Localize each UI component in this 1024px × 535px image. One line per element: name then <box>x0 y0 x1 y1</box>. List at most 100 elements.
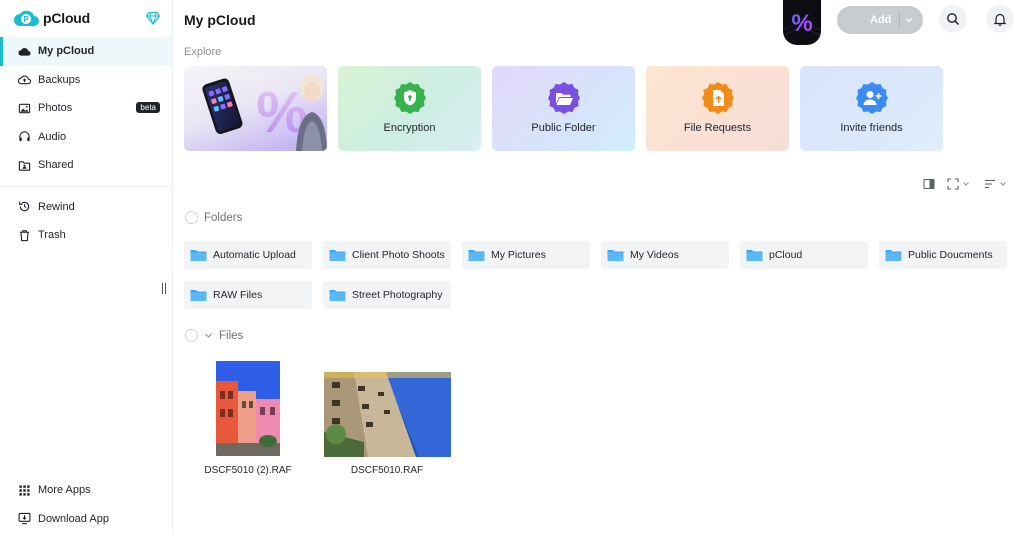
folder-name: My Pictures <box>491 249 546 261</box>
promo-banner-card[interactable]: % <box>184 66 327 151</box>
nav-divider <box>0 185 172 187</box>
folder-icon <box>329 250 346 261</box>
folder-name: Public Doucments <box>908 249 993 261</box>
sidebar-item-rewind[interactable]: Rewind <box>0 193 172 222</box>
page-title: My pCloud <box>184 12 256 28</box>
pcloud-logo-icon: P <box>14 10 39 26</box>
folder-icon <box>190 250 207 261</box>
folder-icon <box>607 250 624 261</box>
folder-icon <box>190 290 207 301</box>
explore-card-public-folder[interactable]: Public Folder <box>492 66 635 151</box>
sidebar-item-label: Rewind <box>38 200 75 213</box>
folder-icon <box>746 250 763 261</box>
monitor-download-icon <box>18 513 31 525</box>
sort-icon <box>985 179 995 189</box>
promo-banner-art: % <box>202 74 327 151</box>
sidebar-item-label: Trash <box>38 229 66 242</box>
file-thumbnail[interactable] <box>324 372 451 457</box>
sidebar-resize-handle[interactable] <box>162 283 168 295</box>
add-button-label: Add <box>870 14 892 26</box>
explore-card-invite-friends[interactable]: Invite friends <box>800 66 943 151</box>
pcloud-logo[interactable]: P pCloud <box>13 8 90 28</box>
view-size-selector[interactable] <box>947 178 970 190</box>
sidebar-item-label: More Apps <box>38 484 91 497</box>
apps-grid-icon <box>19 485 30 496</box>
sort-selector[interactable] <box>984 178 1007 190</box>
folder-name: Street Photography <box>352 289 443 301</box>
folder-item[interactable]: My Videos <box>601 241 729 269</box>
details-panel-toggle[interactable] <box>923 178 935 190</box>
fullscreen-icon <box>947 178 959 190</box>
headphones-icon <box>19 131 30 142</box>
open-folder-icon <box>548 82 580 114</box>
sidebar: P pCloud My pCloud Backups Photos beta A… <box>0 0 173 535</box>
sidebar-item-download-app[interactable]: Download App <box>0 505 172 534</box>
sidebar-item-backups[interactable]: Backups <box>0 66 172 95</box>
file-name: DSCF5010 (2).RAF <box>204 465 292 476</box>
folder-name: My Videos <box>630 249 679 261</box>
explore-card-file-requests[interactable]: File Requests <box>646 66 789 151</box>
side-panel-icon <box>923 178 935 190</box>
bell-icon <box>993 13 1007 26</box>
sidebar-item-more-apps[interactable]: More Apps <box>0 476 172 505</box>
explore-card-label: File Requests <box>683 122 752 134</box>
folder-icon <box>885 250 902 261</box>
notifications-button[interactable] <box>986 5 1014 33</box>
rewind-icon <box>19 201 30 212</box>
beta-badge: beta <box>136 102 160 113</box>
folder-item[interactable]: pCloud <box>740 241 868 269</box>
folder-name: Automatic Upload <box>213 249 296 261</box>
sidebar-item-shared[interactable]: Shared <box>0 151 172 180</box>
diamond-premium-icon[interactable] <box>146 11 160 25</box>
select-all-folders-checkbox[interactable] <box>185 211 198 224</box>
folder-item[interactable]: RAW Files <box>184 281 312 309</box>
folder-item[interactable]: Client Photo Shoots <box>323 241 451 269</box>
folder-item[interactable]: Public Doucments <box>879 241 1007 269</box>
explore-label: Explore <box>184 46 222 58</box>
sidebar-item-label: Backups <box>38 73 81 86</box>
folder-name: RAW Files <box>213 289 263 301</box>
folder-item[interactable]: My Pictures <box>462 241 590 269</box>
chevron-down-icon <box>1000 182 1006 186</box>
logo-text: pCloud <box>43 10 91 26</box>
explore-card-encryption[interactable]: Encryption <box>338 66 481 151</box>
folder-icon <box>329 290 346 301</box>
select-all-files-checkbox[interactable] <box>185 329 198 342</box>
folders-section-header: Folders <box>185 211 242 224</box>
sidebar-item-label: My pCloud <box>38 45 95 58</box>
file-name: DSCF5010.RAF <box>350 465 424 476</box>
explore-card-label: Public Folder <box>531 122 596 134</box>
search-icon <box>947 13 960 26</box>
sidebar-item-label: Audio <box>38 130 67 143</box>
cloud-icon <box>18 47 31 56</box>
sidebar-item-label: Photos <box>38 102 73 115</box>
folder-icon <box>468 250 485 261</box>
shield-lock-icon <box>394 82 426 114</box>
sidebar-item-label: Download App <box>38 512 109 525</box>
folders-label: Folders <box>204 211 243 224</box>
chevron-down-icon[interactable] <box>904 15 914 25</box>
file-upload-icon <box>702 82 734 114</box>
files-section-header: Files <box>185 329 243 342</box>
folder-name: Client Photo Shoots <box>352 249 445 261</box>
files-label: Files <box>219 329 244 342</box>
sidebar-item-audio[interactable]: Audio <box>0 123 172 152</box>
explore-card-label: Encryption <box>383 122 436 134</box>
add-button[interactable]: Add <box>837 6 923 34</box>
sidebar-item-my-pcloud[interactable]: My pCloud <box>0 37 172 66</box>
main-nav: My pCloud Backups Photos beta Audio Shar… <box>0 37 172 250</box>
promo-tag[interactable]: % <box>783 0 821 45</box>
file-thumbnail[interactable] <box>216 361 280 456</box>
promo-percent: % <box>791 10 812 37</box>
photo-thumbnail-image <box>324 372 451 457</box>
folder-item[interactable]: Street Photography <box>323 281 451 309</box>
photo-thumbnail-image <box>216 361 280 456</box>
shared-folder-icon <box>18 160 31 171</box>
chevron-down-icon[interactable] <box>204 331 213 340</box>
sidebar-item-label: Shared <box>38 159 74 172</box>
sidebar-item-photos[interactable]: Photos beta <box>0 94 172 123</box>
sidebar-item-trash[interactable]: Trash <box>0 221 172 250</box>
folder-item[interactable]: Automatic Upload <box>184 241 312 269</box>
search-button[interactable] <box>939 5 967 33</box>
add-user-icon <box>856 82 888 114</box>
